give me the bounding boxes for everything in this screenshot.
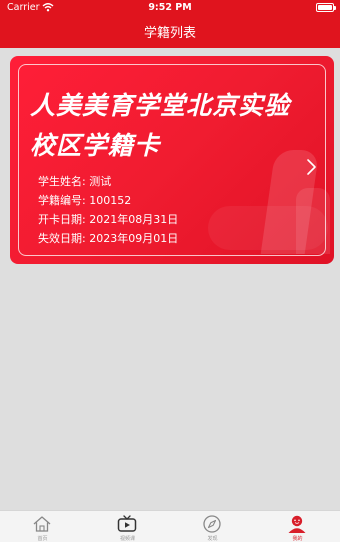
tab-home[interactable]: 首页	[0, 511, 85, 542]
tab-profile[interactable]: 我的	[255, 511, 340, 542]
status-bar: Carrier 9:52 PM	[0, 0, 340, 16]
chevron-right-icon[interactable]	[303, 156, 319, 178]
tab-label: 视频课	[119, 536, 135, 542]
open-date-row: 开卡日期: 2021年08月31日	[38, 210, 178, 229]
clock: 9:52 PM	[148, 2, 192, 13]
tab-label: 首页	[37, 536, 48, 542]
tab-bar: 首页 视频课 发现 我的	[0, 510, 340, 542]
student-id-row: 学籍编号: 100152	[38, 191, 178, 210]
video-icon	[117, 515, 137, 532]
compass-icon	[203, 515, 221, 533]
row-value: 测试	[89, 175, 112, 188]
row-value: 2021年08月31日	[89, 213, 179, 226]
page-title: 学籍列表	[143, 26, 196, 41]
card-title: 人美美育学堂北京实验校区学籍卡	[30, 91, 291, 160]
row-label: 开卡日期:	[38, 213, 86, 226]
row-value: 2023年09月01日	[89, 232, 179, 245]
row-value: 100152	[89, 194, 132, 207]
row-label: 学籍编号:	[38, 194, 86, 207]
student-card[interactable]: 人美美育学堂北京实验校区学籍卡 学生姓名: 测试 学籍编号: 100152 开卡…	[10, 56, 334, 264]
card-info: 学生姓名: 测试 学籍编号: 100152 开卡日期: 2021年08月31日 …	[38, 172, 178, 248]
student-name-row: 学生姓名: 测试	[38, 172, 178, 191]
row-label: 学生姓名:	[38, 175, 86, 188]
tab-label: 我的	[292, 536, 303, 542]
tab-discover[interactable]: 发现	[170, 511, 255, 542]
home-icon	[33, 516, 51, 532]
profile-icon	[288, 515, 306, 533]
top-bar: Carrier 9:52 PM 学籍列表	[0, 0, 340, 48]
battery-icon	[316, 3, 336, 12]
tab-video[interactable]: 视频课	[85, 511, 170, 542]
tab-label: 发现	[207, 536, 218, 542]
expiry-date-row: 失效日期: 2023年09月01日	[38, 229, 178, 248]
row-label: 失效日期:	[38, 232, 86, 245]
